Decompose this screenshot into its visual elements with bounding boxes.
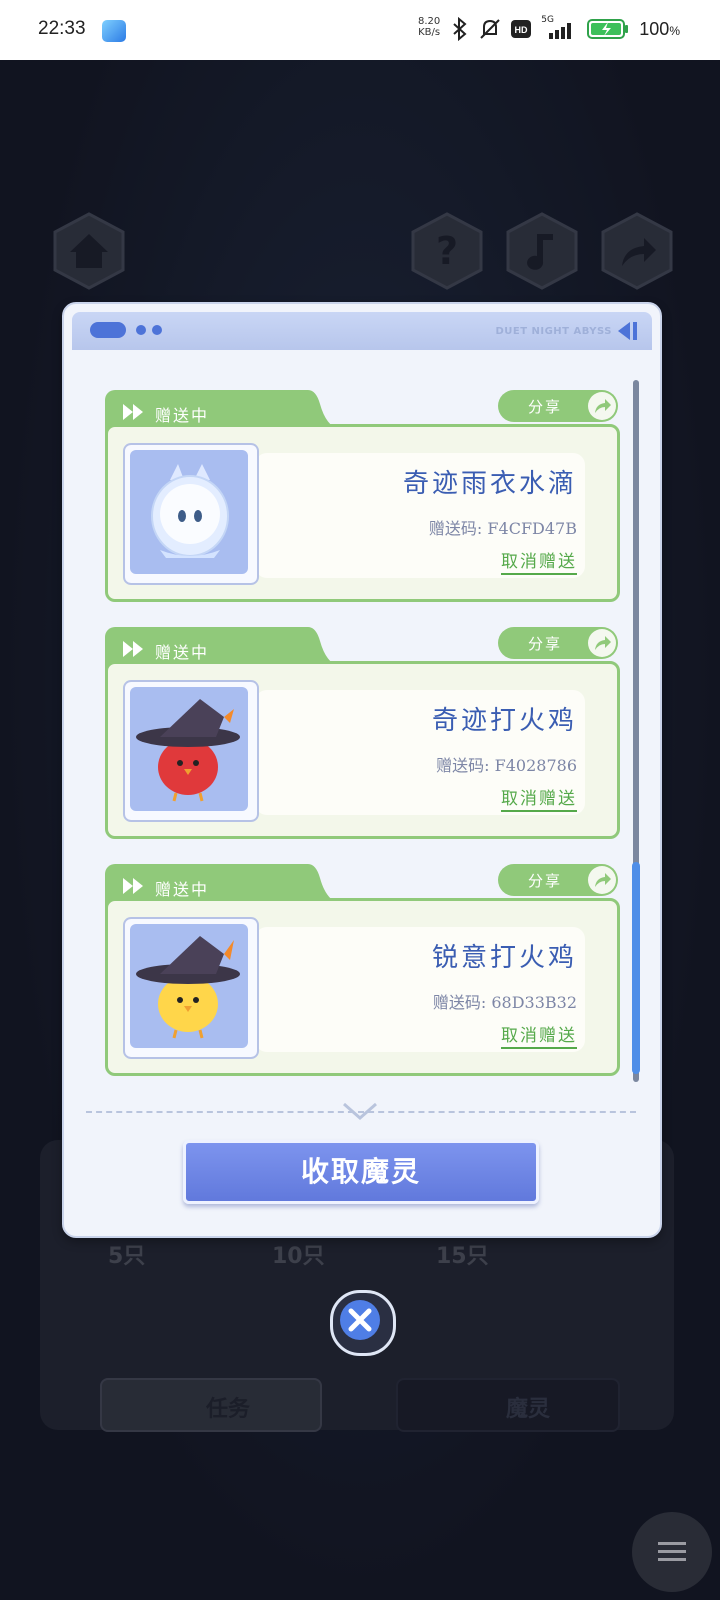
status-bar: 22:33 8.20 KB/s HD 5G 100% (0, 0, 720, 60)
fast-forward-icon (123, 404, 143, 420)
battery-percent: 100% (639, 18, 680, 39)
fast-forward-icon (123, 878, 143, 894)
pet-thumbnail (123, 917, 259, 1059)
cancel-gift-link[interactable]: 取消赠送 (501, 547, 577, 575)
gift-card: 赠送中 分享 奇迹打火鸡 赠送码: F4028786 取消赠送 (105, 627, 620, 839)
yellow-witch-chick-icon (136, 936, 240, 1039)
header-dot (152, 325, 162, 335)
status-time: 22:33 (38, 18, 86, 39)
svg-text:HD: HD (515, 25, 528, 35)
bluetooth-icon (453, 17, 467, 41)
pet-thumbnail (123, 680, 259, 822)
cancel-gift-link[interactable]: 取消赠送 (501, 1021, 577, 1049)
collapse-icon[interactable] (616, 320, 638, 342)
close-icon (340, 1300, 380, 1340)
mute-bell-icon (480, 19, 500, 39)
scrollbar-thumb[interactable] (632, 862, 640, 1074)
red-witch-chick-icon (136, 699, 240, 802)
fast-forward-icon (123, 641, 143, 657)
gift-code: F4028786 (494, 756, 577, 775)
header-dot (136, 325, 146, 335)
chevron-down-icon (343, 1102, 377, 1120)
gift-code-row: 赠送码: F4CFD47B (428, 519, 577, 538)
gift-code: F4CFD47B (487, 519, 577, 538)
hd-icon: HD (511, 20, 532, 38)
gift-card: 赠送中 分享 奇迹雨衣水滴 赠送码: F4CFD47B 取消赠送 (105, 390, 620, 602)
signal-icon: 5G (541, 15, 577, 41)
network-speed: 8.20 KB/s (418, 16, 441, 38)
card-body: 奇迹打火鸡 赠送码: F4028786 取消赠送 (105, 661, 620, 839)
share-button[interactable]: 分享 (498, 864, 618, 896)
share-icon (588, 392, 616, 420)
water-drop-creature-icon (151, 464, 229, 558)
share-icon (588, 629, 616, 657)
gift-code: 68D33B32 (491, 993, 577, 1012)
gallery-app-icon (102, 20, 126, 42)
gift-code-row: 赠送码: F4028786 (436, 756, 577, 775)
gift-code-row: 赠送码: 68D33B32 (432, 993, 577, 1012)
card-body: 奇迹雨衣水滴 赠送码: F4CFD47B 取消赠送 (105, 424, 620, 602)
status-icons: HD 5G 100% (451, 15, 680, 41)
cancel-gift-link[interactable]: 取消赠送 (501, 784, 577, 812)
card-body: 锐意打火鸡 赠送码: 68D33B32 取消赠送 (105, 898, 620, 1076)
pet-thumbnail (123, 443, 259, 585)
share-button[interactable]: 分享 (498, 390, 618, 422)
modal-header: DUET NIGHT ABYSS (72, 312, 652, 350)
pet-name: 锐意打火鸡 (431, 943, 577, 973)
pet-name: 奇迹雨衣水滴 (402, 469, 577, 499)
share-icon (588, 866, 616, 894)
gift-card: 赠送中 分享 锐意打火鸡 赠送码: 68D33B32 取消赠送 (105, 864, 620, 1076)
header-pill (90, 322, 126, 338)
brand-text: DUET NIGHT ABYSS (495, 326, 612, 337)
close-button[interactable] (330, 1290, 396, 1356)
collect-spirit-button[interactable]: 收取魔灵 (183, 1140, 539, 1204)
pet-name: 奇迹打火鸡 (431, 706, 577, 736)
battery-icon (587, 19, 629, 39)
share-button[interactable]: 分享 (498, 627, 618, 659)
